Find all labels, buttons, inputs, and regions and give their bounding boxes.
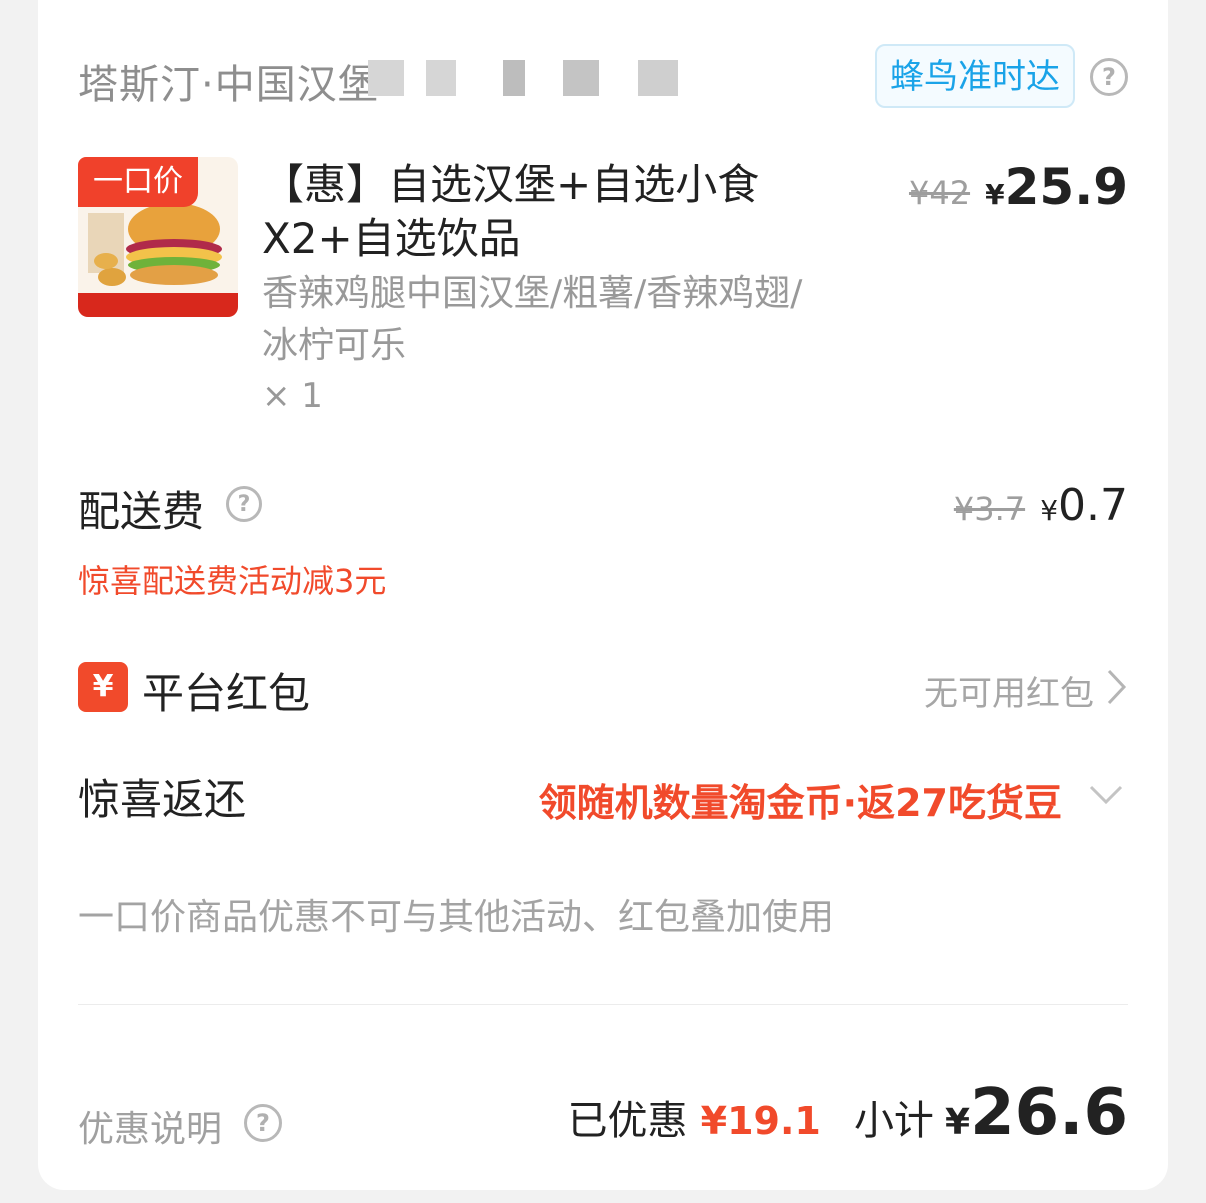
delivery-fee-price: 0.7 xyxy=(1058,480,1128,531)
chevron-down-icon[interactable] xyxy=(1088,784,1124,806)
privacy-mask xyxy=(368,60,404,96)
privacy-mask xyxy=(563,60,599,96)
delivery-fee-original-price: ¥3.7 xyxy=(953,490,1026,528)
divider xyxy=(78,1004,1128,1005)
delivery-fee-label: 配送费 xyxy=(78,487,205,536)
subtotal-currency: ¥ xyxy=(945,1102,971,1143)
notice-text: 一口价商品优惠不可与其他活动、红包叠加使用 xyxy=(78,897,835,938)
item-price: 25.9 xyxy=(1004,158,1128,216)
delivery-fee-currency: ¥ xyxy=(1040,494,1059,527)
platform-redpacket-label: 平台红包 xyxy=(142,669,311,718)
item-price-group: ¥42 ¥25.9 xyxy=(909,158,1128,216)
discount-info-label[interactable]: 优惠说明 xyxy=(78,1100,222,1152)
surprise-return-label: 惊喜返还 xyxy=(78,775,247,824)
redpacket-icon: ¥ xyxy=(78,662,128,712)
item-title[interactable]: 【惠】自选汉堡+自选小食X2+自选饮品 xyxy=(262,158,822,266)
help-icon[interactable]: ? xyxy=(1090,58,1128,96)
item-original-price: ¥42 xyxy=(908,174,971,212)
delivery-fee-price-group: ¥3.7 ¥0.7 xyxy=(954,480,1128,531)
item-quantity: × 1 xyxy=(262,376,323,416)
saved-amount: ¥19.1 xyxy=(700,1099,821,1143)
totals-group: 已优惠 ¥19.1 小计 ¥26.6 xyxy=(568,1076,1128,1150)
subtotal-label: 小计 xyxy=(853,1098,934,1144)
fixed-price-tag: 一口价 xyxy=(78,157,198,207)
delivery-fee-promo: 惊喜配送费活动减3元 xyxy=(78,562,387,600)
delivery-fee-help-icon[interactable]: ? xyxy=(226,486,262,522)
store-name[interactable]: 塔斯汀·中国汉堡 xyxy=(78,52,379,110)
privacy-mask xyxy=(638,60,678,96)
platform-redpacket-value[interactable]: 无可用红包 xyxy=(924,666,1094,715)
saved-label: 已优惠 xyxy=(567,1098,688,1144)
order-card: 塔斯汀·中国汉堡 蜂鸟准时达 ? 一口价 【惠】自选汉堡+自选小食X2+自选饮品… xyxy=(38,0,1168,1190)
item-price-currency: ¥ xyxy=(985,178,1005,211)
delivery-badge[interactable]: 蜂鸟准时达 xyxy=(875,44,1075,108)
chevron-right-icon[interactable] xyxy=(1106,668,1128,706)
item-options: 香辣鸡腿中国汉堡/粗薯/香辣鸡翅/冰柠可乐 xyxy=(262,273,803,366)
discount-info-help-icon[interactable]: ? xyxy=(244,1104,282,1142)
privacy-mask xyxy=(426,60,456,96)
subtotal-amount: 26.6 xyxy=(970,1076,1128,1150)
privacy-mask xyxy=(503,60,525,96)
surprise-return-value[interactable]: 领随机数量淘金币·返27吃货豆 xyxy=(539,772,1062,827)
